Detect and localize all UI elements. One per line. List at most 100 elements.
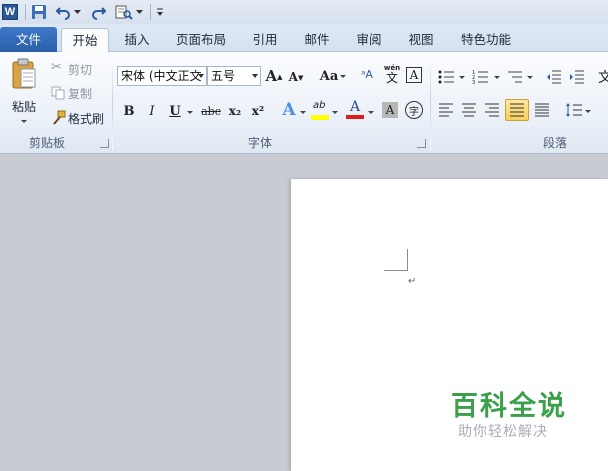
character-border-icon[interactable]: A [406, 67, 422, 83]
text-effects-icon[interactable]: A [280, 100, 298, 120]
tab-references[interactable]: 引用 [246, 28, 284, 52]
font-name-dropdown-icon[interactable] [198, 74, 204, 78]
chinese-layout-icon[interactable]: 文 [598, 67, 608, 87]
subscript-glyph: x₂ [228, 104, 242, 118]
word-logo-letter: W [2, 4, 18, 20]
font-color-dropdown-icon[interactable] [368, 111, 374, 114]
font-size-dropdown-icon[interactable] [252, 74, 258, 78]
strikethrough-icon[interactable]: abc [200, 102, 222, 120]
tab-home[interactable]: 开始 [61, 28, 109, 53]
copy-label: 复制 [68, 87, 93, 101]
enclose-character-glyph: 字 [409, 106, 419, 118]
multilevel-list-icon[interactable] [506, 69, 524, 85]
font-size-combo[interactable]: 五号 [207, 66, 261, 86]
highlight-icon[interactable]: ab [311, 100, 329, 122]
paste-dropdown-icon[interactable] [21, 120, 27, 123]
format-painter-button[interactable]: 格式刷 [50, 109, 108, 127]
multilevel-list-dropdown-icon[interactable] [527, 76, 533, 79]
bold-icon[interactable]: B [120, 102, 138, 120]
decrease-indent-icon[interactable] [546, 69, 562, 85]
cut-button[interactable]: ✂ 剪切 [50, 60, 102, 78]
font-name-combo[interactable]: 宋体 (中文正文 [117, 66, 207, 86]
clipboard-launcher-icon[interactable] [100, 139, 109, 148]
increase-indent-icon[interactable] [569, 69, 585, 85]
tab-view[interactable]: 视图 [402, 28, 440, 52]
pinyin-bottom: 文 [385, 71, 398, 85]
shrink-font-glyph: A [288, 70, 298, 84]
qat-separator [25, 4, 26, 20]
italic-icon[interactable]: I [143, 102, 161, 120]
redo-icon[interactable] [91, 2, 107, 22]
text-effects-glyph: A [282, 100, 296, 120]
justify-button[interactable] [505, 99, 529, 121]
tab-insert[interactable]: 插入 [118, 28, 156, 52]
font-group-label: 字体 [247, 136, 272, 150]
phonetic-guide-icon[interactable]: wén 文 [383, 64, 401, 86]
underline-dropdown-icon[interactable] [187, 111, 193, 114]
bullets-dropdown-icon[interactable] [459, 76, 465, 79]
copy-button[interactable]: 复制 [50, 84, 102, 102]
change-case-glyph: Aa [319, 68, 339, 84]
font-color-glyph: A [350, 99, 361, 115]
cut-label: 剪切 [68, 63, 93, 77]
grow-font-icon[interactable]: A ▲ [265, 67, 283, 85]
font-launcher-icon[interactable] [417, 139, 426, 148]
strikethrough-glyph: abc [201, 104, 221, 118]
character-border-glyph: A [409, 68, 419, 82]
clear-format-icon[interactable]: ᵃA [358, 65, 376, 83]
superscript-icon[interactable]: x² [249, 102, 267, 120]
paste-label: 粘贴 [12, 100, 37, 114]
word-logo-icon[interactable]: W [2, 2, 18, 22]
save-icon[interactable] [31, 2, 47, 22]
margin-corner-mark [384, 249, 408, 271]
font-name-value: 宋体 (中文正文 [121, 69, 202, 83]
numbering-dropdown-icon[interactable] [494, 76, 500, 79]
clipboard-group-label: 剪贴板 [28, 136, 65, 150]
print-preview-icon[interactable] [115, 2, 133, 22]
subscript-icon[interactable]: x₂ [226, 102, 244, 120]
tab-review[interactable]: 审阅 [350, 28, 388, 52]
align-left-icon[interactable] [438, 103, 454, 117]
numbering-icon[interactable]: 1 2 3 [472, 69, 490, 85]
justify-icon [510, 103, 524, 117]
tab-mailings[interactable]: 邮件 [298, 28, 336, 52]
document-page[interactable]: ↵ [291, 179, 608, 471]
tab-page-layout[interactable]: 页面布局 [170, 28, 232, 52]
undo-dropdown-icon[interactable] [73, 2, 81, 22]
print-preview-dropdown-icon[interactable] [135, 2, 143, 22]
copy-icon [51, 86, 65, 100]
grow-font-glyph: A [265, 67, 278, 85]
line-spacing-dropdown-icon[interactable] [585, 110, 591, 113]
change-case-dropdown-icon[interactable] [340, 75, 346, 78]
watermark-subtitle: 助你轻松解决 [458, 424, 548, 440]
shrink-font-icon[interactable]: A ▼ [287, 68, 305, 86]
bold-glyph: B [123, 103, 135, 119]
undo-icon[interactable] [55, 2, 71, 22]
character-shading-icon[interactable]: A [382, 102, 398, 118]
highlight-dropdown-icon[interactable] [332, 111, 338, 114]
font-color-icon[interactable]: A [346, 99, 364, 121]
scissors-icon: ✂ [51, 60, 62, 75]
line-spacing-icon[interactable] [565, 102, 583, 118]
brush-icon [53, 110, 66, 125]
group-separator [430, 56, 431, 150]
enclose-character-icon[interactable]: 字 [405, 101, 423, 119]
text-effects-dropdown-icon[interactable] [300, 111, 306, 114]
change-case-icon[interactable]: Aa [318, 67, 340, 85]
qat-separator [150, 4, 151, 20]
align-right-icon[interactable] [484, 103, 500, 117]
tab-special-features[interactable]: 特色功能 [452, 28, 520, 52]
ribbon: 粘贴 ✂ 剪切 复制 格式刷 剪贴板 宋体 (中文正文 五号 A ▲ A ▼ A… [0, 52, 608, 154]
tab-file[interactable]: 文件 [0, 27, 57, 52]
customize-icon[interactable] [156, 2, 164, 22]
underline-icon[interactable]: U [166, 102, 184, 120]
paragraph-group-label: 段落 [542, 136, 567, 150]
distributed-icon[interactable] [534, 103, 550, 117]
superscript-glyph: x² [251, 104, 265, 118]
bullets-icon[interactable] [438, 69, 456, 85]
quick-access-toolbar: W [0, 0, 608, 24]
paragraph-mark: ↵ [408, 276, 417, 287]
align-center-icon[interactable] [461, 103, 477, 117]
paste-button[interactable]: 粘贴 [6, 56, 42, 128]
ribbon-tabs: 文件 开始 插入 页面布局 引用 邮件 审阅 视图 特色功能 [0, 24, 608, 53]
